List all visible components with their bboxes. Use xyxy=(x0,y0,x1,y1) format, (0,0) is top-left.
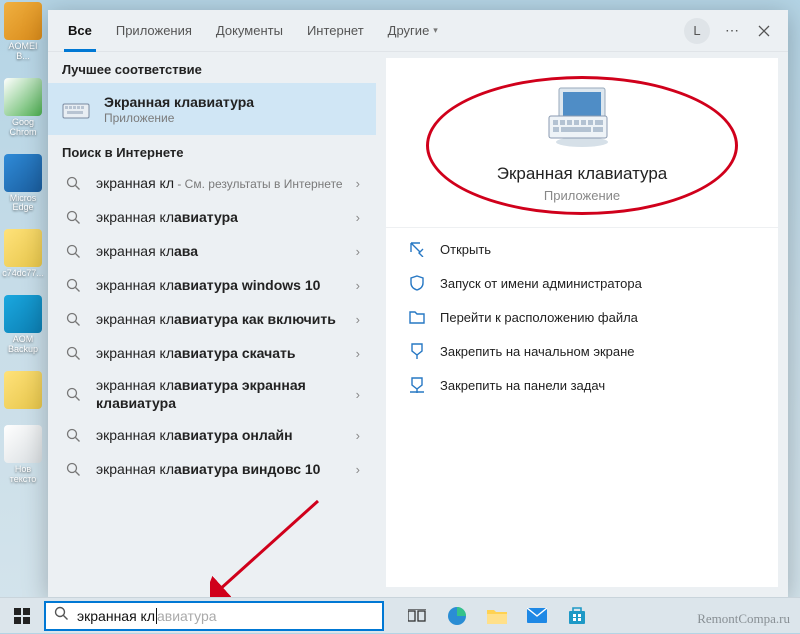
search-icon xyxy=(62,172,84,194)
web-search-result[interactable]: экранная кл - См. результаты в Интернете… xyxy=(48,166,376,200)
tab-другие[interactable]: Другие▾ xyxy=(376,10,450,52)
more-button[interactable]: ⋯ xyxy=(716,15,748,47)
details-card: Экранная клавиатура Приложение Открыть За… xyxy=(386,58,778,587)
result-title: экранная клавиатура онлайн xyxy=(96,426,354,444)
taskbar: экранная клавиатура xyxy=(0,597,800,633)
tab-все[interactable]: Все xyxy=(56,10,104,52)
desktop-icon[interactable]: AOMEIB... xyxy=(2,2,44,62)
pin-taskbar-icon xyxy=(408,376,426,394)
result-title: экранная клавиатура как включить xyxy=(96,310,354,328)
search-icon xyxy=(62,240,84,262)
chevron-right-icon[interactable]: › xyxy=(354,462,362,477)
detail-subtitle: Приложение xyxy=(406,188,758,203)
search-icon xyxy=(62,206,84,228)
web-search-result[interactable]: экранная клавиатура скачать › xyxy=(48,336,376,370)
results-column: Лучшее соответствие Экранная клавиатура … xyxy=(48,52,376,597)
chevron-right-icon[interactable]: › xyxy=(354,312,362,327)
chevron-right-icon[interactable]: › xyxy=(354,210,362,225)
action-label: Открыть xyxy=(440,242,491,257)
search-icon xyxy=(62,383,84,405)
keyboard-icon xyxy=(545,86,619,150)
web-search-result[interactable]: экранная клава › xyxy=(48,234,376,268)
result-title: экранная клавиатура windows 10 xyxy=(96,276,354,294)
chevron-right-icon[interactable]: › xyxy=(354,387,362,402)
chevron-right-icon[interactable]: › xyxy=(354,346,362,361)
desktop: AOMEIB... GoogChrom MicrosEdge c74dc77... AO… xyxy=(2,2,52,501)
search-tabs: ВсеПриложенияДокументыИнтернетДругие▾ L … xyxy=(48,10,788,52)
web-search-result[interactable]: экранная клавиатура › xyxy=(48,200,376,234)
start-button[interactable] xyxy=(0,598,44,634)
web-search-result[interactable]: экранная клавиатура экранная клавиатура … xyxy=(48,370,376,418)
result-title: экранная клавиатура экранная клавиатура xyxy=(96,376,354,412)
web-search-result[interactable]: экранная клавиатура виндовс 10 › xyxy=(48,453,376,487)
desktop-icon[interactable]: GoogChrom xyxy=(2,78,44,138)
search-icon xyxy=(54,606,69,626)
admin-icon xyxy=(408,274,426,292)
result-title: экранная клава xyxy=(96,242,354,260)
chevron-right-icon[interactable]: › xyxy=(354,428,362,443)
search-icon xyxy=(62,342,84,364)
search-autocomplete-hint: авиатура xyxy=(157,608,217,624)
result-title: экранная кл - См. результаты в Интернете xyxy=(96,174,354,193)
explorer-icon[interactable] xyxy=(478,598,516,634)
best-match-header: Лучшее соответствие xyxy=(48,52,376,83)
pin-start-icon xyxy=(408,342,426,360)
action-folder[interactable]: Перейти к расположению файла xyxy=(386,300,778,334)
taskbar-search-input[interactable]: экранная клавиатура xyxy=(44,601,384,631)
store-icon[interactable] xyxy=(558,598,596,634)
web-search-result[interactable]: экранная клавиатура windows 10 › xyxy=(48,268,376,302)
search-icon xyxy=(62,274,84,296)
tab-документы[interactable]: Документы xyxy=(204,10,295,52)
action-pin-taskbar[interactable]: Закрепить на панели задач xyxy=(386,368,778,402)
user-avatar[interactable]: L xyxy=(684,18,710,44)
action-pin-start[interactable]: Закрепить на начальном экране xyxy=(386,334,778,368)
search-icon xyxy=(62,425,84,447)
web-search-result[interactable]: экранная клавиатура как включить › xyxy=(48,302,376,336)
result-title: Экранная клавиатура xyxy=(104,93,362,111)
task-view-button[interactable] xyxy=(398,598,436,634)
action-label: Закрепить на начальном экране xyxy=(440,344,635,359)
tab-приложения[interactable]: Приложения xyxy=(104,10,204,52)
mail-icon[interactable] xyxy=(518,598,556,634)
desktop-icon[interactable]: Новтексто xyxy=(2,425,44,485)
open-icon xyxy=(408,240,426,258)
action-label: Запуск от имени администратора xyxy=(440,276,642,291)
action-label: Закрепить на панели задач xyxy=(440,378,605,393)
keyboard-icon xyxy=(62,94,92,124)
chevron-down-icon: ▾ xyxy=(433,25,438,36)
action-open[interactable]: Открыть xyxy=(386,232,778,266)
best-match-result[interactable]: Экранная клавиатура Приложение xyxy=(48,83,376,135)
chevron-right-icon[interactable]: › xyxy=(354,278,362,293)
desktop-icon[interactable]: AOMBackup xyxy=(2,295,44,355)
close-button[interactable] xyxy=(748,15,780,47)
action-label: Перейти к расположению файла xyxy=(440,310,638,325)
chevron-right-icon[interactable]: › xyxy=(354,176,362,191)
web-search-result[interactable]: экранная клавиатура онлайн › xyxy=(48,419,376,453)
desktop-icon[interactable]: MicrosEdge xyxy=(2,154,44,214)
edge-icon[interactable] xyxy=(438,598,476,634)
windows-search-panel: ВсеПриложенияДокументыИнтернетДругие▾ L … xyxy=(48,10,788,597)
detail-title: Экранная клавиатура xyxy=(406,164,758,184)
search-icon xyxy=(62,459,84,481)
action-admin[interactable]: Запуск от имени администратора xyxy=(386,266,778,300)
result-title: экранная клавиатура скачать xyxy=(96,344,354,362)
chevron-right-icon[interactable]: › xyxy=(354,244,362,259)
result-title: экранная клавиатура виндовс 10 xyxy=(96,460,354,478)
result-subtitle: Приложение xyxy=(104,111,362,125)
web-search-header: Поиск в Интернете xyxy=(48,135,376,166)
search-icon xyxy=(62,308,84,330)
folder-icon xyxy=(408,308,426,326)
details-column: Экранная клавиатура Приложение Открыть За… xyxy=(376,52,788,597)
desktop-icon[interactable]: c74dc77... xyxy=(2,229,44,279)
result-title: экранная клавиатура xyxy=(96,208,354,226)
search-typed-text: экранная кл xyxy=(77,608,155,624)
tab-интернет[interactable]: Интернет xyxy=(295,10,376,52)
desktop-icon[interactable] xyxy=(2,371,44,409)
